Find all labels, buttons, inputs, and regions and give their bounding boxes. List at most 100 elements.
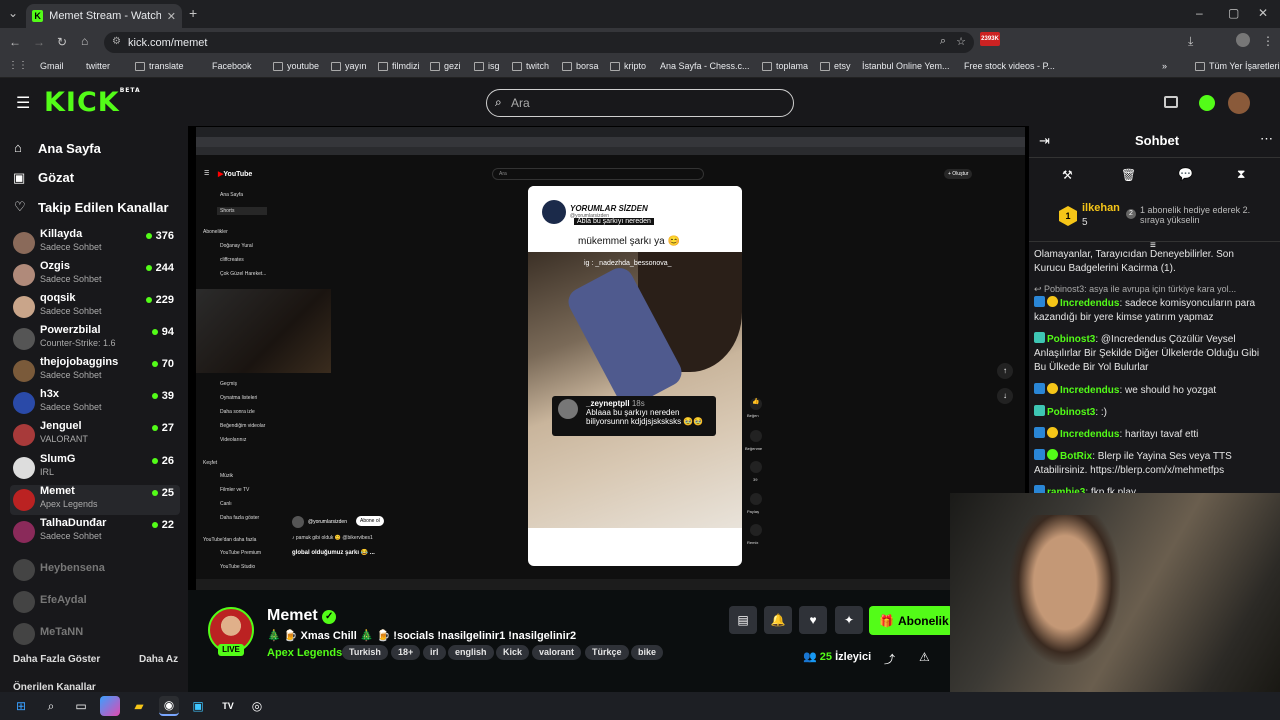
channel-item-offline[interactable]: EfeAydal xyxy=(10,587,180,617)
channel-item[interactable]: Killayda Sadece Sohbet 376 xyxy=(10,228,180,258)
bookmark-twitter[interactable]: twitter xyxy=(86,61,110,71)
chat-bubble-icon[interactable]: 💬 xyxy=(1178,167,1193,181)
channel-item[interactable]: Powerzbilal Counter-Strike: 1.6 94 xyxy=(10,324,180,354)
tag[interactable]: 18+ xyxy=(391,645,421,660)
channel-item[interactable]: Jenguel VALORANT 27 xyxy=(10,420,180,450)
maximize-icon[interactable]: ▢ xyxy=(1228,6,1239,20)
tab-list-icon[interactable]: ⌄ xyxy=(8,6,18,20)
reload-icon[interactable]: ↻ xyxy=(57,35,67,49)
bookmark-borsa[interactable]: borsa xyxy=(562,61,599,71)
tag[interactable]: Turkish xyxy=(342,645,388,660)
task-view-icon[interactable]: ▭ xyxy=(71,696,91,716)
home-icon[interactable]: ⌂ xyxy=(81,34,88,48)
sparkle-icon[interactable]: ✦ xyxy=(835,606,863,634)
channel-item-offline[interactable]: MeTaNN xyxy=(10,619,180,649)
stream-category[interactable]: Apex Legends xyxy=(267,647,342,659)
obs-icon[interactable]: ◎ xyxy=(247,696,267,716)
forward-icon[interactable]: → xyxy=(33,35,45,49)
tag[interactable]: bike xyxy=(631,645,664,660)
tag[interactable]: Türkçe xyxy=(585,645,629,660)
download-icon[interactable]: ⤓ xyxy=(1188,34,1193,49)
bookmark-filmdizi[interactable]: filmdizi xyxy=(378,61,420,71)
clip-button[interactable]: ▤ xyxy=(729,606,757,634)
minimize-icon[interactable]: – xyxy=(1196,6,1203,20)
bookmarks-overflow-icon[interactable]: » xyxy=(1162,61,1167,71)
extension-badge[interactable]: 2393K xyxy=(980,32,1000,46)
channel-item[interactable]: h3x Sadece Sohbet 39 xyxy=(10,388,180,418)
bookmark-yayin[interactable]: yayın xyxy=(331,61,367,71)
windows-start-icon[interactable]: ⊞ xyxy=(11,696,31,716)
report-warning-icon[interactable]: ⚠ xyxy=(919,650,930,664)
show-more-button[interactable]: Daha Fazla Göster xyxy=(13,654,100,665)
tag[interactable]: valorant xyxy=(532,645,582,660)
app-icon[interactable]: ▣ xyxy=(188,696,208,716)
top-gifter-name[interactable]: ilkehan xyxy=(1082,202,1120,214)
channel-item[interactable]: qoqsik Sadece Sohbet 229 xyxy=(10,292,180,322)
follow-heart-icon[interactable]: ♥ xyxy=(799,606,827,634)
kick-logo[interactable]: KICKBETA xyxy=(44,87,141,118)
tag[interactable]: english xyxy=(448,645,494,660)
streamer-name[interactable]: Memet ✓ xyxy=(267,607,337,625)
hourglass-icon[interactable]: ⧗ xyxy=(1237,167,1245,182)
file-explorer-icon[interactable]: ▰ xyxy=(129,696,149,716)
address-bar[interactable]: ⚙ kick.com/memet ⌕ ☆ xyxy=(104,32,974,53)
dislike-icon xyxy=(750,430,762,442)
trash-icon[interactable]: 🗑 xyxy=(1121,168,1136,182)
bookmark-gmail[interactable]: Gmail xyxy=(40,61,64,71)
bookmark-toplama[interactable]: toplama xyxy=(762,61,808,71)
bookmark-star-icon[interactable]: ☆ xyxy=(956,35,966,48)
browse-icon: ▣ xyxy=(13,170,26,185)
channel-item[interactable]: SlumG IRL 26 xyxy=(10,453,180,483)
bookmark-chess[interactable]: Ana Sayfa - Chess.c... xyxy=(660,61,750,71)
collapse-chat-icon[interactable]: ⇥ xyxy=(1039,133,1050,149)
chat-options-icon[interactable]: ⋯ xyxy=(1260,131,1273,147)
bookmark-kripto[interactable]: kripto xyxy=(610,61,646,71)
kick-coin-icon[interactable] xyxy=(1199,95,1215,111)
sidebar-item-following[interactable]: Takip Edilen Kanallar xyxy=(38,200,169,215)
yt-logo: ▶YouTube xyxy=(218,171,253,178)
tag[interactable]: irl xyxy=(423,645,446,660)
apps-grid-icon[interactable]: ⋮⋮ xyxy=(8,60,28,71)
profile-avatar[interactable] xyxy=(1236,33,1250,47)
bookmark-etsy[interactable]: etsy xyxy=(820,61,851,71)
taskbar-search-icon[interactable]: ⌕ xyxy=(41,696,61,716)
zoom-icon[interactable]: ⌕ xyxy=(940,35,946,48)
bookmark-translate[interactable]: translate xyxy=(135,61,184,71)
bookmark-stock-videos[interactable]: Free stock videos - P... xyxy=(964,61,1055,71)
bookmark-facebook[interactable]: Facebook xyxy=(212,61,252,71)
browser-tab[interactable]: K Memet Stream - Watch Live on ✕ xyxy=(26,4,182,28)
notification-bell-icon[interactable]: 🔔 xyxy=(764,606,792,634)
menu-icon[interactable]: ⋮ xyxy=(1262,34,1274,48)
close-window-icon[interactable]: ✕ xyxy=(1258,6,1268,20)
bookmark-youtube[interactable]: youtube xyxy=(273,61,319,71)
yt-nav-item: Geçmiş xyxy=(220,381,237,387)
channel-item[interactable]: thejojobaggins Sadece Sohbet 70 xyxy=(10,356,180,386)
hammer-icon[interactable]: ⚒ xyxy=(1062,168,1073,182)
new-tab-icon[interactable]: + xyxy=(189,5,197,21)
bookmark-twitch[interactable]: twitch xyxy=(512,61,549,71)
close-tab-icon[interactable]: ✕ xyxy=(167,10,176,23)
search-input[interactable]: ⌕ Ara xyxy=(486,89,794,117)
chrome-icon[interactable]: ◉ xyxy=(159,696,179,716)
channel-item-offline[interactable]: Heybensena xyxy=(10,555,180,585)
sidebar-item-home[interactable]: Ana Sayfa xyxy=(38,141,101,156)
bookmark-istanbul[interactable]: İstanbul Online Yem... xyxy=(862,61,950,71)
drops-icon[interactable] xyxy=(1164,96,1178,108)
tag[interactable]: Kick xyxy=(496,645,530,660)
channel-item-active[interactable]: Memet Apex Legends 25 xyxy=(10,485,180,515)
hamburger-menu-icon[interactable]: ☰ xyxy=(16,93,30,113)
channel-item[interactable]: TalhaDunđar Sadece Sohbet 22 xyxy=(10,517,180,547)
site-info-icon[interactable]: ⚙ xyxy=(112,36,121,47)
all-bookmarks[interactable]: Tüm Yer İşaretleri xyxy=(1195,61,1280,71)
bookmark-gezi[interactable]: gezi xyxy=(430,61,461,71)
show-less-button[interactable]: Daha Az xyxy=(139,654,178,665)
tradingview-icon[interactable]: TV xyxy=(218,696,238,716)
copilot-icon[interactable] xyxy=(100,696,120,716)
sidebar-item-browse[interactable]: Gözat xyxy=(38,170,74,185)
bookmark-isg[interactable]: isg xyxy=(474,61,500,71)
back-icon[interactable]: ← xyxy=(9,35,21,49)
user-avatar[interactable] xyxy=(1228,92,1250,114)
share-icon[interactable]: ⤴ xyxy=(884,651,895,667)
channel-item[interactable]: Ozgis Sadece Sohbet 244 xyxy=(10,260,180,290)
subscribe-button[interactable]: 🎁Abonelik Ol xyxy=(869,606,953,635)
